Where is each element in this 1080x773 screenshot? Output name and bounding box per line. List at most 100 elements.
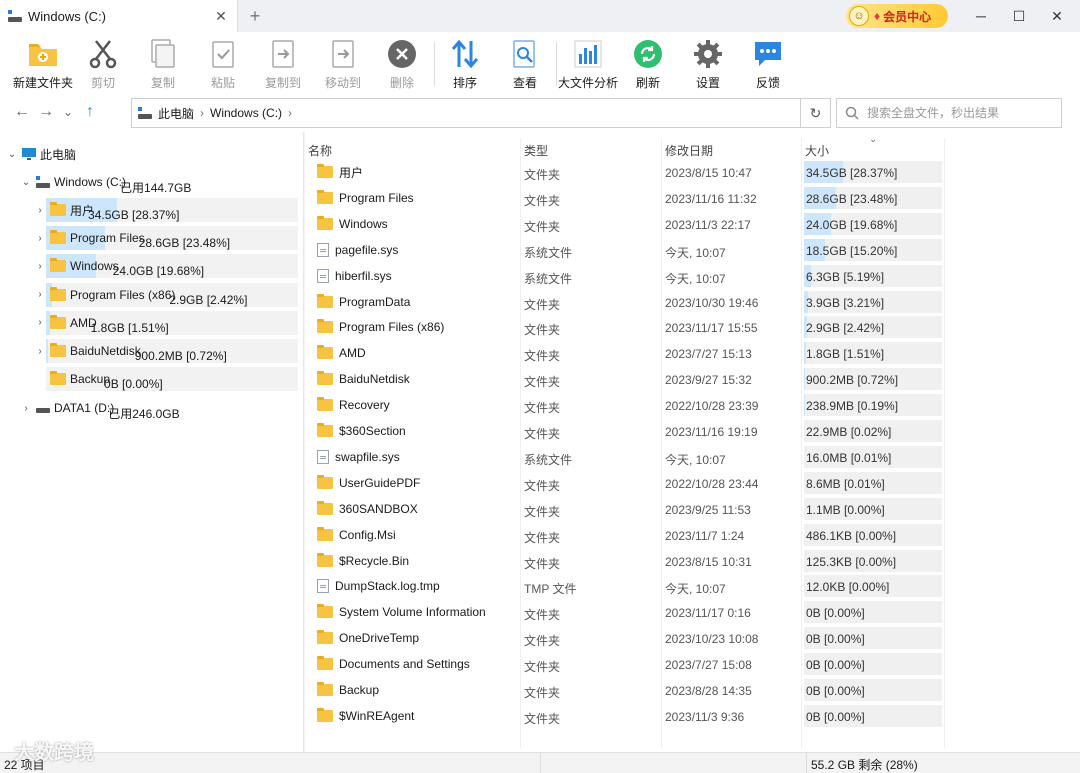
- watermark: 大数跨境: [14, 742, 94, 764]
- name-cell: Backup: [311, 678, 379, 702]
- column-header-date[interactable]: 修改日期: [665, 142, 713, 159]
- folder-icon: [317, 707, 333, 722]
- chevron-down-icon[interactable]: ⌄: [20, 177, 32, 188]
- maximize-button[interactable]: ☐: [1000, 0, 1038, 32]
- tree-node-folder[interactable]: › 用户 34.5GB [28.37%]: [34, 198, 298, 222]
- table-row[interactable]: $360Section 文件夹 2023/11/16 19:19 22.9MB [0.…: [305, 419, 945, 443]
- table-row[interactable]: BaiduNetdisk 文件夹 2023/9/27 15:32 900.2MB [0…: [305, 367, 945, 391]
- file-type: 文件夹: [524, 711, 561, 726]
- table-row[interactable]: Program Files 文件夹 2023/11/16 11:32 28.6GB […: [305, 186, 945, 210]
- table-row[interactable]: $Recycle.Bin 文件夹 2023/8/15 10:31 125.3KB [0…: [305, 549, 945, 573]
- move-to-button[interactable]: 移动到: [313, 38, 373, 92]
- new-tab-button[interactable]: +: [244, 5, 266, 27]
- chevron-right-icon[interactable]: ›: [34, 233, 46, 244]
- breadcrumb-windows-c[interactable]: Windows (C:): [210, 106, 282, 120]
- file-type: 文件夹: [524, 349, 561, 364]
- breadcrumb-chevron-icon[interactable]: ›: [288, 106, 292, 120]
- tree-node-this-pc[interactable]: ⌄ 此电脑: [6, 142, 296, 166]
- breadcrumb-this-pc[interactable]: 此电脑: [158, 105, 194, 122]
- minimize-button[interactable]: ─: [962, 0, 1000, 32]
- copy-icon: [147, 38, 179, 70]
- copy-button[interactable]: 复制: [133, 38, 193, 92]
- sort-button[interactable]: 排序: [435, 38, 495, 92]
- history-chevron-icon[interactable]: ⌄: [58, 102, 78, 122]
- column-header-name[interactable]: 名称: [308, 142, 332, 159]
- table-row[interactable]: Recovery 文件夹 2022/10/28 23:39 238.9MB [0.19…: [305, 393, 945, 417]
- table-row[interactable]: System Volume Information 文件夹 2023/11/17 0…: [305, 600, 945, 624]
- table-row[interactable]: $WinREAgent 文件夹 2023/11/3 9:36 0B [0.00%]: [305, 704, 945, 728]
- chevron-down-icon[interactable]: ⌄: [6, 149, 18, 160]
- new-folder-label: 新建文件夹: [13, 76, 74, 90]
- chevron-right-icon[interactable]: ›: [34, 261, 46, 272]
- breadcrumb-chevron-icon[interactable]: ›: [200, 106, 204, 120]
- paste-button[interactable]: 粘贴: [193, 38, 253, 92]
- table-row[interactable]: Windows 文件夹 2023/11/3 22:17 24.0GB [19.68%]: [305, 212, 945, 236]
- tree-node-drive-c[interactable]: ⌄ Windows (C:) 已用144.7GB: [20, 170, 302, 195]
- table-row[interactable]: Backup 文件夹 2023/8/28 14:35 0B [0.00%]: [305, 678, 945, 702]
- chevron-right-icon[interactable]: ›: [34, 346, 46, 357]
- chevron-right-icon[interactable]: ›: [34, 289, 46, 300]
- tree-node-folder[interactable]: › BaiduNetdisk 900.2MB [0.72%]: [34, 339, 298, 363]
- vip-center-button[interactable]: ☺ ♦ 会员中心: [846, 4, 948, 28]
- table-row[interactable]: swapfile.sys 系统文件 今天, 10:07 16.0MB [0.01%]: [305, 445, 945, 469]
- table-row[interactable]: DumpStack.log.tmp TMP 文件 今天, 10:07 12.0KB […: [305, 574, 945, 598]
- refresh-button[interactable]: 刷新: [618, 38, 678, 92]
- delete-button[interactable]: 删除: [372, 38, 432, 92]
- column-header-size[interactable]: 大小: [805, 142, 829, 159]
- table-row[interactable]: 用户 文件夹 2023/8/15 10:47 34.5GB [28.37%]: [305, 160, 945, 184]
- drive-used-size: 已用144.7GB: [120, 180, 192, 195]
- cut-button[interactable]: 剪切: [73, 38, 133, 92]
- up-arrow-icon[interactable]: ↑: [80, 102, 100, 122]
- tree-node-folder[interactable]: › AMD 1.8GB [1.51%]: [34, 310, 298, 335]
- tree-node-folder[interactable]: › Program Files 28.6GB [23.48%]: [34, 226, 298, 251]
- address-bar[interactable]: 此电脑 › Windows (C:) ›: [131, 98, 801, 128]
- table-row[interactable]: UserGuidePDF 文件夹 2022/10/28 23:44 8.6MB [0.…: [305, 471, 945, 495]
- back-arrow-icon[interactable]: ←: [12, 102, 32, 122]
- name-cell: Windows: [311, 212, 388, 236]
- forward-arrow-icon[interactable]: →: [36, 102, 56, 122]
- toolbar-separator: [556, 42, 557, 86]
- name-cell: Documents and Settings: [311, 652, 470, 676]
- gear-icon: [692, 38, 724, 70]
- table-row[interactable]: Program Files (x86) 文件夹 2023/11/17 15:55 2.…: [305, 315, 945, 339]
- search-box[interactable]: [836, 98, 1062, 128]
- sort-chevron-icon: ⌄: [869, 134, 878, 145]
- table-row[interactable]: 360SANDBOX 文件夹 2023/9/25 11:53 1.1MB [0.00%…: [305, 497, 945, 521]
- tree-label: DATA1 (D:): [54, 401, 115, 415]
- settings-button[interactable]: 设置: [678, 38, 738, 92]
- monitor-icon: [22, 148, 36, 160]
- folder-icon: [317, 630, 333, 645]
- table-row[interactable]: Config.Msi 文件夹 2023/11/7 1:24 486.1KB [0.00…: [305, 523, 945, 547]
- column-header-type[interactable]: 类型: [524, 142, 548, 159]
- name-cell: UserGuidePDF: [311, 471, 420, 495]
- large-file-analysis-button[interactable]: 大文件分析: [558, 38, 618, 92]
- toolbar: 新建文件夹 剪切 复制 粘贴 复制到 移动到 删除 排序 查看 大文件分析 刷新…: [0, 32, 1080, 94]
- file-type: 文件夹: [524, 323, 561, 338]
- table-row[interactable]: Documents and Settings 文件夹 2023/7/27 15:08…: [305, 652, 945, 676]
- copy-to-button[interactable]: 复制到: [253, 38, 313, 92]
- tree-node-folder[interactable]: Backup 0B [0.00%]: [34, 367, 298, 392]
- file-name: $360Section: [339, 424, 406, 438]
- new-folder-button[interactable]: 新建文件夹: [13, 38, 73, 92]
- file-date: 2023/11/17 15:55: [665, 321, 758, 336]
- address-refresh-icon[interactable]: ↻: [801, 98, 831, 128]
- close-window-button[interactable]: ✕: [1038, 0, 1076, 32]
- chevron-right-icon[interactable]: ›: [20, 403, 32, 414]
- search-input[interactable]: [867, 106, 1057, 120]
- tab-windows-c[interactable]: Windows (C:) ✕: [0, 0, 238, 32]
- folder-icon: [50, 258, 66, 273]
- table-row[interactable]: pagefile.sys 系统文件 今天, 10:07 18.5GB [15.20%]: [305, 238, 945, 262]
- name-cell: AMD: [311, 341, 366, 365]
- chevron-right-icon[interactable]: ›: [34, 317, 46, 328]
- chevron-right-icon[interactable]: ›: [34, 205, 46, 216]
- view-button[interactable]: 查看: [495, 38, 555, 92]
- tree-node-drive-d[interactable]: › DATA1 (D:) 已用246.0GB: [20, 396, 302, 421]
- table-row[interactable]: hiberfil.sys 系统文件 今天, 10:07 6.3GB [5.19%]: [305, 264, 945, 288]
- tree-node-folder[interactable]: › Windows 24.0GB [19.68%]: [34, 254, 298, 279]
- table-row[interactable]: ProgramData 文件夹 2023/10/30 19:46 3.9GB [3.2…: [305, 290, 945, 314]
- tree-node-folder[interactable]: › Program Files (x86) 2.9GB [2.42%]: [34, 282, 298, 307]
- table-row[interactable]: OneDriveTemp 文件夹 2023/10/23 10:08 0B [0.00%…: [305, 626, 945, 650]
- close-tab-icon[interactable]: ✕: [211, 8, 231, 25]
- table-row[interactable]: AMD 文件夹 2023/7/27 15:13 1.8GB [1.51%]: [305, 341, 945, 365]
- feedback-button[interactable]: 反馈: [738, 38, 798, 92]
